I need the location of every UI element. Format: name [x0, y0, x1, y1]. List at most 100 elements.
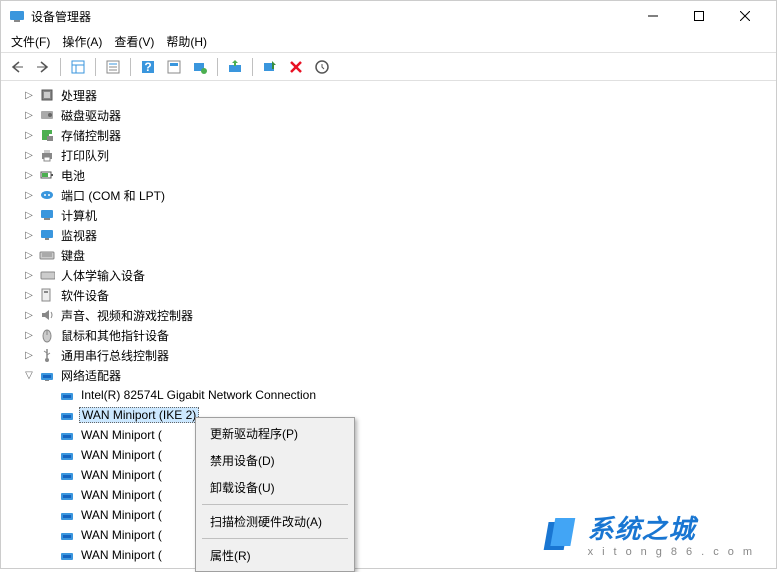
tree-category[interactable]: ▷ 打印队列 — [1, 145, 776, 165]
cpu-icon — [39, 87, 55, 103]
chevron-right-icon[interactable]: ▷ — [21, 147, 37, 163]
tree-category[interactable]: ▷人体学输入设备 — [1, 265, 776, 285]
tree-category[interactable]: ▷处理器 — [1, 85, 776, 105]
category-label: 打印队列 — [59, 146, 111, 165]
chevron-right-icon[interactable]: ▷ — [21, 127, 37, 143]
chevron-right-icon[interactable]: ▷ — [21, 187, 37, 203]
chevron-right-icon[interactable]: ▷ — [21, 107, 37, 123]
netadapter-icon — [59, 447, 75, 463]
category-label: 磁盘驱动器 — [59, 106, 123, 125]
ctx-update-driver[interactable]: 更新驱动程序(P) — [198, 420, 352, 447]
tree-category[interactable]: ▷计算机 — [1, 205, 776, 225]
menu-action[interactable]: 操作(A) — [56, 31, 108, 52]
ctx-disable-device[interactable]: 禁用设备(D) — [198, 447, 352, 474]
device-label: WAN Miniport ( — [79, 527, 164, 543]
chevron-right-icon[interactable]: ▷ — [21, 327, 37, 343]
category-label: 键盘 — [59, 246, 87, 265]
uninstall-button[interactable] — [284, 55, 308, 79]
netadapter-icon — [59, 467, 75, 483]
tree-device-item[interactable]: WAN Miniport ( — [1, 445, 776, 465]
ctx-scan-hardware[interactable]: 扫描检测硬件改动(A) — [198, 508, 352, 535]
sound-icon — [39, 307, 55, 323]
storage-icon — [39, 127, 55, 143]
category-label: 电池 — [59, 166, 87, 185]
separator — [202, 504, 348, 505]
category-label: 端口 (COM 和 LPT) — [59, 186, 167, 205]
category-label: 声音、视频和游戏控制器 — [59, 306, 195, 325]
separator — [95, 58, 96, 76]
chevron-right-icon[interactable]: ▷ — [21, 227, 37, 243]
window-title: 设备管理器 — [31, 8, 630, 25]
chevron-right-icon[interactable]: ▷ — [21, 307, 37, 323]
device-label: WAN Miniport ( — [79, 507, 164, 523]
port-icon — [39, 187, 55, 203]
forward-button[interactable] — [31, 55, 55, 79]
maximize-button[interactable] — [676, 1, 722, 31]
chevron-right-icon[interactable]: ▷ — [21, 287, 37, 303]
action-button[interactable] — [162, 55, 186, 79]
minimize-button[interactable] — [630, 1, 676, 31]
scan-button[interactable] — [188, 55, 212, 79]
netadapter-icon — [59, 387, 75, 403]
tree-device-item[interactable]: Intel(R) 82574L Gigabit Network Connecti… — [1, 385, 776, 405]
category-label: 存储控制器 — [59, 126, 123, 145]
chevron-right-icon[interactable]: ▷ — [21, 87, 37, 103]
tree-category[interactable]: ▷ 软件设备 — [1, 285, 776, 305]
ctx-uninstall-device[interactable]: 卸载设备(U) — [198, 474, 352, 501]
back-button[interactable] — [5, 55, 29, 79]
tree-category[interactable]: ▷ 端口 (COM 和 LPT) — [1, 185, 776, 205]
tree-device-item[interactable]: WAN Miniport ( — [1, 425, 776, 445]
separator — [60, 58, 61, 76]
category-label: 鼠标和其他指针设备 — [59, 326, 171, 345]
menu-view[interactable]: 查看(V) — [108, 31, 160, 52]
tree-category[interactable]: ▷ 声音、视频和游戏控制器 — [1, 305, 776, 325]
category-label: 软件设备 — [59, 286, 111, 305]
tree-category[interactable]: ▷通用串行总线控制器 — [1, 345, 776, 365]
watermark-logo-icon — [542, 514, 582, 554]
printer-icon — [39, 147, 55, 163]
help-button[interactable]: ? — [136, 55, 160, 79]
disk-icon — [39, 107, 55, 123]
chevron-right-icon[interactable]: ▷ — [21, 207, 37, 223]
monitor-icon — [39, 227, 55, 243]
category-label: 网络适配器 — [59, 366, 123, 385]
tree-category[interactable]: ▷ 键盘 — [1, 245, 776, 265]
update-driver-button[interactable] — [223, 55, 247, 79]
watermark-url: xitong86.com — [588, 546, 761, 558]
tree-device-item[interactable]: WAN Miniport (IKE 2) — [1, 405, 776, 425]
device-label: WAN Miniport ( — [79, 467, 164, 483]
tree-device-item[interactable]: WAN Miniport ( — [1, 465, 776, 485]
menu-help[interactable]: 帮助(H) — [160, 31, 213, 52]
chevron-right-icon[interactable]: ▷ — [21, 167, 37, 183]
tree-category[interactable]: ▷监视器 — [1, 225, 776, 245]
chevron-down-icon[interactable]: ▽ — [21, 367, 37, 383]
watermark-title: 系统之城 — [588, 509, 761, 546]
chevron-right-icon[interactable]: ▷ — [21, 267, 37, 283]
device-label: WAN Miniport (IKE 2) — [79, 407, 199, 423]
refresh-button[interactable] — [310, 55, 334, 79]
titlebar: 设备管理器 — [1, 1, 776, 31]
close-button[interactable] — [722, 1, 768, 31]
computer-icon — [39, 207, 55, 223]
device-tree[interactable]: ▷处理器▷磁盘驱动器▷存储控制器▷打印队列▷电池▷端口 (COM 和 LPT)▷… — [1, 81, 776, 568]
device-label: WAN Miniport ( — [79, 427, 164, 443]
keyboard-icon — [39, 247, 55, 263]
netadapter-icon — [59, 547, 75, 563]
tree-category[interactable]: ▷ 存储控制器 — [1, 125, 776, 145]
menu-file[interactable]: 文件(F) — [5, 31, 56, 52]
tree-category-expanded[interactable]: ▽ 网络适配器 — [1, 365, 776, 385]
chevron-right-icon[interactable]: ▷ — [21, 247, 37, 263]
disable-button[interactable] — [258, 55, 282, 79]
context-menu: 更新驱动程序(P) 禁用设备(D) 卸载设备(U) 扫描检测硬件改动(A) 属性… — [195, 417, 355, 572]
ctx-properties[interactable]: 属性(R) — [198, 542, 352, 569]
chevron-right-icon[interactable]: ▷ — [21, 347, 37, 363]
properties-button[interactable] — [101, 55, 125, 79]
battery-icon — [39, 167, 55, 183]
watermark: 系统之城 xitong86.com — [542, 509, 761, 558]
app-icon — [9, 8, 25, 24]
tree-category[interactable]: ▷ 鼠标和其他指针设备 — [1, 325, 776, 345]
tree-device-item[interactable]: WAN Miniport ( — [1, 485, 776, 505]
tree-category[interactable]: ▷ 磁盘驱动器 — [1, 105, 776, 125]
show-hide-button[interactable] — [66, 55, 90, 79]
tree-category[interactable]: ▷ 电池 — [1, 165, 776, 185]
